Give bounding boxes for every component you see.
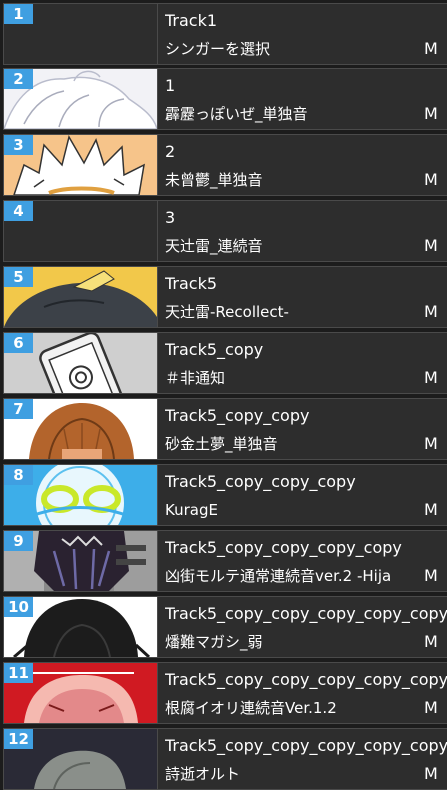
divider <box>157 333 158 393</box>
track-name[interactable]: Track5_copy_copy_copy_copy_copy <box>165 603 447 625</box>
divider <box>157 4 158 64</box>
divider <box>157 69 158 129</box>
singer-name[interactable]: KuragE <box>165 499 423 521</box>
track-row-12[interactable]: 12 Track5_copy_copy_copy_copy_copy 詩逝オルト… <box>3 728 447 790</box>
singer-name[interactable]: 霹靂っぽいぜ_単独音 <box>165 103 423 125</box>
mute-button[interactable]: M <box>424 169 446 191</box>
track-row-10[interactable]: 10 Track5_copy_copy_copy_copy_copy 燔難マガシ… <box>3 596 447 658</box>
divider <box>157 267 158 327</box>
mute-button[interactable]: M <box>424 631 446 653</box>
singer-name[interactable]: シンガーを選択 <box>165 38 423 60</box>
track-row-6[interactable]: 6 Track5_copy ＃非通知 M <box>3 332 447 394</box>
divider <box>157 465 158 525</box>
track-row-7[interactable]: 7 Track5_copy_copy 砂金土夢_単独音 M <box>3 398 447 460</box>
singer-name[interactable]: 砂金土夢_単独音 <box>165 433 423 455</box>
singer-name[interactable]: 根腐イオリ連続音Ver.1.2 <box>165 697 423 719</box>
mute-button[interactable]: M <box>424 763 446 785</box>
track-name[interactable]: Track5_copy_copy_copy_copy <box>165 537 447 559</box>
track-row-4[interactable]: 4 3 天辻雷_連続音 M <box>3 200 447 262</box>
singer-name[interactable]: 天辻雷-Recollect- <box>165 301 423 323</box>
divider <box>157 201 158 261</box>
singer-name[interactable]: 凶街モルテ通常連続音ver.2 -Hija <box>165 565 423 587</box>
track-name[interactable]: Track5_copy_copy_copy <box>165 471 447 493</box>
track-name[interactable]: 2 <box>165 141 447 163</box>
divider <box>157 135 158 195</box>
mute-button[interactable]: M <box>424 499 446 521</box>
track-row-8[interactable]: 8 Track5_copy_copy_copy KuragE M <box>3 464 447 526</box>
track-number-badge: 10 <box>4 597 33 617</box>
track-row-1[interactable]: 1 Track1 シンガーを選択 M <box>3 3 447 65</box>
track-number-badge: 5 <box>4 267 33 287</box>
track-name[interactable]: Track5 <box>165 273 447 295</box>
track-name[interactable]: Track5_copy_copy_copy_copy_copy <box>165 735 447 757</box>
mute-button[interactable]: M <box>424 367 446 389</box>
divider <box>157 531 158 591</box>
singer-name[interactable]: 天辻雷_連続音 <box>165 235 423 257</box>
mute-button[interactable]: M <box>424 301 446 323</box>
mute-button[interactable]: M <box>424 38 446 60</box>
track-number-badge: 7 <box>4 399 33 419</box>
track-number-badge: 11 <box>4 663 33 683</box>
track-row-2[interactable]: 2 1 霹靂っぽいぜ_単独音 M <box>3 68 447 130</box>
divider <box>157 399 158 459</box>
track-name[interactable]: Track5_copy_copy_copy_copy_copy <box>165 669 447 691</box>
mute-button[interactable]: M <box>424 565 446 587</box>
track-row-5[interactable]: 5 Track5 天辻雷-Recollect- M <box>3 266 447 328</box>
track-number-badge: 2 <box>4 69 33 89</box>
track-name[interactable]: Track5_copy_copy <box>165 405 447 427</box>
track-number-badge: 3 <box>4 135 33 155</box>
track-row-9[interactable]: 9 Track5_copy_copy_copy_copy 凶街モルテ通常連続音v… <box>3 530 447 592</box>
track-row-11[interactable]: 11 Track5_copy_copy_copy_copy_copy 根腐イオリ… <box>3 662 447 724</box>
mute-button[interactable]: M <box>424 697 446 719</box>
singer-name[interactable]: ＃非通知 <box>165 367 423 389</box>
divider <box>157 729 158 789</box>
track-list: 1 Track1 シンガーを選択 M 2 1 霹靂っぽいぜ_単独音 M 3 2 … <box>0 0 447 790</box>
track-number-badge: 9 <box>4 531 33 551</box>
mute-button[interactable]: M <box>424 433 446 455</box>
track-number-badge: 12 <box>4 729 33 749</box>
mute-button[interactable]: M <box>424 235 446 257</box>
singer-name[interactable]: 燔難マガシ_弱 <box>165 631 423 653</box>
divider <box>157 663 158 723</box>
track-name[interactable]: Track1 <box>165 10 447 32</box>
singer-name[interactable]: 未曾鬱_単独音 <box>165 169 423 191</box>
track-name[interactable]: 3 <box>165 207 447 229</box>
track-name[interactable]: 1 <box>165 75 447 97</box>
track-name[interactable]: Track5_copy <box>165 339 447 361</box>
track-number-badge: 6 <box>4 333 33 353</box>
singer-name[interactable]: 詩逝オルト <box>165 763 423 785</box>
track-number-badge: 1 <box>4 4 33 24</box>
divider <box>157 597 158 657</box>
mute-button[interactable]: M <box>424 103 446 125</box>
track-number-badge: 4 <box>4 201 33 221</box>
track-row-3[interactable]: 3 2 未曾鬱_単独音 M <box>3 134 447 196</box>
track-number-badge: 8 <box>4 465 33 485</box>
